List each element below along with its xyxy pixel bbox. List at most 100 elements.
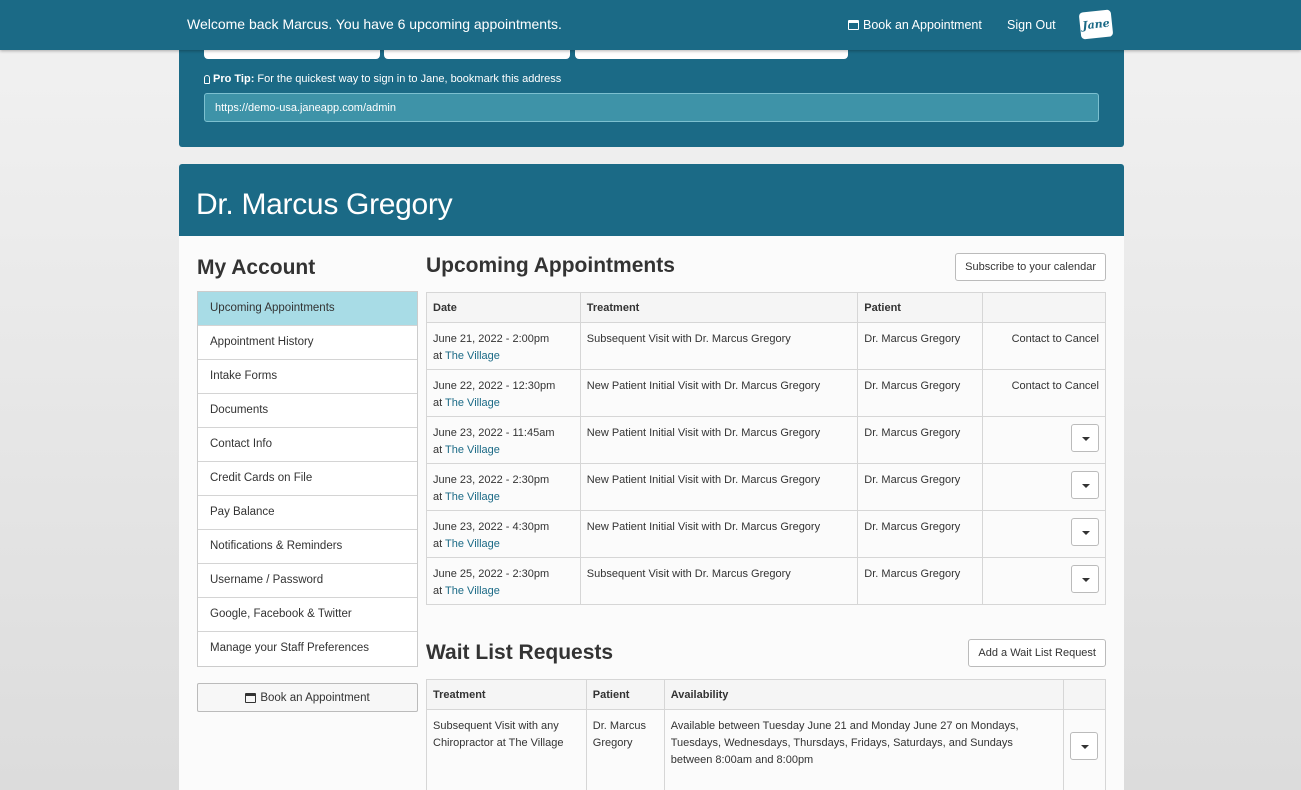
column-header-treatment: Treatment [426, 679, 587, 710]
pro-tip-text: For the quickest way to sign in to Jane,… [257, 73, 562, 85]
table-header-row: Treatment Patient Availability [426, 679, 1107, 710]
treatment-cell: New Patient Initial Visit with Dr. Marcu… [579, 416, 859, 464]
waitlist-title: Wait List Requests [426, 641, 614, 664]
sign-out-link[interactable]: Sign Out [1007, 18, 1056, 32]
treatment-cell: Subsequent Visit with Dr. Marcus Gregory [579, 322, 859, 370]
appointments-header: Upcoming Appointments Subscribe to your … [426, 252, 1106, 292]
at-label: at [433, 444, 443, 456]
sidebar-title: My Account [197, 256, 316, 279]
action-cell [982, 416, 1106, 464]
top-navbar: Welcome back Marcus. You have 6 upcoming… [0, 0, 1301, 50]
treatment-cell: Subsequent Visit with Dr. Marcus Gregory [579, 557, 859, 605]
sidebar-item-documents[interactable]: Documents [198, 394, 417, 428]
at-label: at [433, 491, 443, 503]
patient-cell: Dr. Marcus Gregory [585, 709, 665, 790]
sidebar-item-intake-forms[interactable]: Intake Forms [198, 360, 417, 394]
table-row: June 23, 2022 - 2:30pm at The Village New … [426, 463, 1106, 511]
date-cell: June 21, 2022 - 2:00pm at The Village [426, 322, 581, 370]
location-link[interactable]: The Village [445, 444, 500, 456]
account-menu: Upcoming Appointments Appointment Histor… [197, 291, 418, 667]
waitlist-table: Treatment Patient Availability Subsequen… [426, 679, 1107, 790]
column-header-treatment: Treatment [579, 292, 859, 323]
contact-to-cancel-text: Contact to Cancel [982, 369, 1106, 417]
patient-cell: Dr. Marcus Gregory [857, 463, 984, 511]
action-cell [1062, 709, 1107, 790]
sidebar-book-label: Book an Appointment [260, 691, 370, 704]
book-appointment-link[interactable]: Book an Appointment [848, 18, 982, 32]
appointment-datetime: June 25, 2022 - 2:30pm [433, 568, 550, 580]
calendar-icon [245, 692, 257, 703]
location-link[interactable]: The Village [445, 538, 500, 550]
add-waitlist-request-button[interactable]: Add a Wait List Request [968, 639, 1106, 667]
patient-cell: Dr. Marcus Gregory [857, 416, 984, 464]
date-cell: June 25, 2022 - 2:30pm at The Village [426, 557, 581, 605]
sidebar-item-username-password[interactable]: Username / Password [198, 564, 417, 598]
account-sidebar: My Account Upcoming Appointments Appoint… [197, 254, 418, 712]
appointment-datetime: June 23, 2022 - 4:30pm [433, 521, 550, 533]
action-cell [982, 557, 1106, 605]
sidebar-item-appointment-history[interactable]: Appointment History [198, 326, 417, 360]
sidebar-item-pay-balance[interactable]: Pay Balance [198, 496, 417, 530]
waitlist-header: Wait List Requests Add a Wait List Reque… [426, 639, 1106, 679]
treatment-cell: New Patient Initial Visit with Dr. Marcu… [579, 463, 859, 511]
treatment-cell: New Patient Initial Visit with Dr. Marcu… [579, 369, 859, 417]
table-row: June 23, 2022 - 11:45am at The Village New… [426, 416, 1106, 464]
action-cell [982, 463, 1106, 511]
column-header-patient: Patient [857, 292, 984, 323]
sidebar-item-social-accounts[interactable]: Google, Facebook & Twitter [198, 598, 417, 632]
at-label: at [433, 397, 443, 409]
calendar-icon [848, 20, 859, 30]
jane-logo[interactable]: Jane [1078, 9, 1114, 40]
sidebar-item-contact-info[interactable]: Contact Info [198, 428, 417, 462]
sidebar-book-appointment-button[interactable]: Book an Appointment [197, 683, 418, 712]
appointment-options-dropdown[interactable] [1071, 424, 1099, 452]
action-cell [982, 510, 1106, 558]
column-header-patient: Patient [585, 679, 665, 710]
date-cell: June 23, 2022 - 11:45am at The Village [426, 416, 581, 464]
appointment-datetime: June 23, 2022 - 11:45am [433, 427, 555, 439]
location-link[interactable]: The Village [445, 397, 500, 409]
appointment-options-dropdown[interactable] [1071, 518, 1099, 546]
location-link[interactable]: The Village [445, 491, 500, 503]
sidebar-item-upcoming-appointments[interactable]: Upcoming Appointments [198, 292, 417, 326]
sidebar-item-notifications[interactable]: Notifications & Reminders [198, 530, 417, 564]
appointments-table: Date Treatment Patient June 21, 2022 - 2… [426, 292, 1106, 605]
column-header-availability: Availability [663, 679, 1064, 710]
account-card: Dr. Marcus Gregory My Account Upcoming A… [179, 164, 1124, 790]
at-label: at [433, 538, 443, 550]
pro-tip: Pro Tip: For the quickest way to sign in… [204, 73, 561, 85]
pro-tip-label: Pro Tip: [213, 73, 255, 85]
patient-cell: Dr. Marcus Gregory [857, 369, 984, 417]
table-row: June 22, 2022 - 12:30pm at The Village New… [426, 369, 1106, 417]
sidebar-item-credit-cards[interactable]: Credit Cards on File [198, 462, 417, 496]
appointment-options-dropdown[interactable] [1071, 565, 1099, 593]
column-header-action [1062, 679, 1107, 710]
date-cell: June 23, 2022 - 2:30pm at The Village [426, 463, 581, 511]
contact-to-cancel-text: Contact to Cancel [982, 322, 1106, 370]
appointment-datetime: June 23, 2022 - 2:30pm [433, 474, 550, 486]
welcome-message: Welcome back Marcus. You have 6 upcoming… [187, 16, 562, 32]
profile-name: Dr. Marcus Gregory [196, 188, 453, 221]
sidebar-item-staff-preferences[interactable]: Manage your Staff Preferences [198, 632, 417, 666]
waitlist-options-dropdown[interactable] [1070, 732, 1099, 760]
table-row: Subsequent Visit with any Chiropractor a… [426, 709, 1107, 790]
subscribe-calendar-button[interactable]: Subscribe to your calendar [955, 253, 1106, 281]
patient-cell: Dr. Marcus Gregory [857, 322, 984, 370]
table-row: June 25, 2022 - 2:30pm at The Village Subs… [426, 557, 1106, 605]
location-link[interactable]: The Village [445, 350, 500, 362]
book-appointment-label: Book an Appointment [863, 18, 982, 32]
appointments-title: Upcoming Appointments [426, 254, 675, 277]
patient-cell: Dr. Marcus Gregory [857, 557, 984, 605]
availability-cell: Available between Tuesday June 21 and Mo… [663, 709, 1064, 790]
action-label: Contact to Cancel [1011, 333, 1099, 345]
column-header-action [982, 292, 1106, 323]
location-link[interactable]: The Village [445, 585, 500, 597]
treatment-cell: New Patient Initial Visit with Dr. Marcu… [579, 510, 859, 558]
profile-header: Dr. Marcus Gregory [179, 164, 1124, 236]
waitlist-section: Wait List Requests Add a Wait List Reque… [426, 639, 1107, 790]
action-label: Contact to Cancel [1011, 380, 1099, 392]
admin-url-field[interactable]: https://demo-usa.janeapp.com/admin [204, 93, 1099, 122]
appointment-options-dropdown[interactable] [1071, 471, 1099, 499]
patient-cell: Dr. Marcus Gregory [857, 510, 984, 558]
main-content: Upcoming Appointments Subscribe to your … [426, 252, 1107, 790]
